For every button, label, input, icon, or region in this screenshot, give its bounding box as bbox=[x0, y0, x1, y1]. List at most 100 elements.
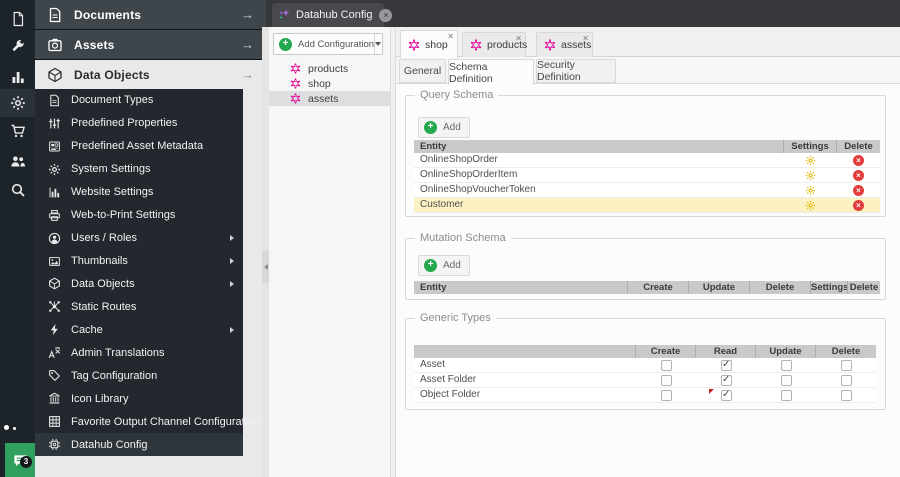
config-item-shop[interactable]: shop bbox=[269, 76, 390, 91]
delete-icon[interactable] bbox=[853, 199, 864, 211]
tab-shop[interactable]: shop ✕ bbox=[400, 30, 458, 58]
ecommerce-icon[interactable] bbox=[0, 117, 35, 145]
close-icon[interactable]: ✕ bbox=[582, 34, 589, 43]
close-icon[interactable]: ✕ bbox=[447, 32, 454, 41]
add-configuration-button[interactable]: Add Configuration bbox=[273, 33, 383, 55]
column-header-settings[interactable]: Settings bbox=[811, 281, 848, 294]
tools-icon[interactable] bbox=[0, 32, 35, 60]
reports-icon[interactable] bbox=[0, 63, 35, 91]
menu-item-icon-library[interactable]: Icon Library bbox=[35, 387, 243, 410]
settings-gear-icon[interactable] bbox=[805, 170, 816, 181]
config-item-products[interactable]: products bbox=[269, 61, 390, 76]
delete-cell bbox=[837, 153, 880, 167]
column-header-delete[interactable]: Delete bbox=[816, 345, 876, 358]
subtab-schema-definition[interactable]: Schema Definition bbox=[448, 59, 534, 85]
checkbox[interactable] bbox=[720, 388, 732, 402]
column-header-entity[interactable]: Entity bbox=[414, 281, 628, 294]
settings-cell bbox=[784, 168, 837, 182]
menu-item-thumbnails[interactable]: Thumbnails bbox=[35, 250, 243, 273]
type-name-cell: Asset bbox=[420, 359, 446, 370]
column-header-create[interactable]: Create bbox=[628, 281, 689, 294]
subtab-general[interactable]: General bbox=[399, 59, 446, 83]
nav-section-data-objects[interactable]: Data Objects → bbox=[35, 60, 266, 89]
table-row[interactable]: OnlineShopOrderItem bbox=[414, 168, 880, 183]
subtab-security-definition[interactable]: Security Definition bbox=[536, 59, 616, 83]
table-row[interactable]: OnlineShopOrder bbox=[414, 153, 880, 168]
menu-item-tag-configuration[interactable]: Tag Configuration bbox=[35, 364, 243, 387]
menu-item-datahub-config[interactable]: Datahub Config bbox=[35, 433, 243, 456]
checkbox[interactable] bbox=[660, 374, 672, 386]
column-header-update[interactable]: Update bbox=[756, 345, 816, 358]
table-row[interactable]: Asset Folder bbox=[414, 373, 876, 388]
close-icon[interactable] bbox=[379, 8, 393, 22]
collapse-panel-handle[interactable] bbox=[262, 251, 269, 283]
menu-item-data-objects[interactable]: Data Objects bbox=[35, 273, 243, 296]
column-header-settings[interactable]: Settings bbox=[784, 140, 837, 153]
add-configuration-dropdown[interactable] bbox=[375, 42, 382, 46]
menu-item-document-types[interactable]: Document Types bbox=[35, 89, 243, 112]
table-row[interactable]: Object Folder bbox=[414, 388, 876, 403]
delete-icon[interactable] bbox=[853, 169, 864, 181]
arrow-right-icon: → bbox=[241, 7, 254, 22]
menu-item-label: Web-to-Print Settings bbox=[71, 209, 176, 222]
tab-assets[interactable]: assets ✕ bbox=[536, 32, 593, 57]
menu-item-predefined-properties[interactable]: Predefined Properties bbox=[35, 112, 243, 135]
query-add-button[interactable]: Add bbox=[418, 117, 470, 138]
chevron-right-icon bbox=[230, 235, 234, 242]
menu-item-favorite-output-channel-configurations[interactable]: Favorite Output Channel Configurations bbox=[35, 410, 265, 433]
checkbox[interactable] bbox=[780, 389, 792, 401]
add-label: Add bbox=[443, 122, 461, 133]
menu-item-users-roles[interactable]: Users / Roles bbox=[35, 227, 243, 250]
settings-icon[interactable] bbox=[0, 89, 35, 117]
table-row[interactable]: Asset bbox=[414, 358, 876, 373]
delete-icon[interactable] bbox=[853, 184, 864, 196]
graphql-icon bbox=[290, 78, 301, 89]
settings-gear-icon[interactable] bbox=[805, 185, 816, 196]
tab-products[interactable]: products ✕ bbox=[462, 32, 527, 57]
menu-item-predefined-asset-metadata[interactable]: Predefined Asset Metadata bbox=[35, 135, 243, 158]
column-header-read[interactable]: Read bbox=[696, 345, 756, 358]
menu-item-website-settings[interactable]: Website Settings bbox=[35, 181, 243, 204]
checkbox[interactable] bbox=[840, 359, 852, 371]
close-icon[interactable]: ✕ bbox=[515, 34, 522, 43]
mutation-add-button[interactable]: Add bbox=[418, 255, 470, 276]
menu-item-cache[interactable]: Cache bbox=[35, 318, 243, 341]
table-row[interactable]: OnlineShopVoucherToken bbox=[414, 183, 880, 198]
menu-item-static-routes[interactable]: Static Routes bbox=[35, 295, 243, 318]
menu-item-system-settings[interactable]: System Settings bbox=[35, 158, 243, 181]
checkbox[interactable] bbox=[720, 373, 732, 387]
read-cell bbox=[696, 358, 756, 372]
column-header-delete[interactable]: Delete bbox=[750, 281, 811, 294]
menu-item-web-to-print-settings[interactable]: Web-to-Print Settings bbox=[35, 204, 243, 227]
editor-panel: shop ✕ products ✕ assets ✕ General Schem… bbox=[396, 27, 900, 477]
delete-cell bbox=[816, 358, 876, 372]
checkbox[interactable] bbox=[720, 358, 732, 372]
nav-section-assets[interactable]: Assets → bbox=[35, 30, 266, 59]
checkbox[interactable] bbox=[780, 359, 792, 371]
delete-icon[interactable] bbox=[853, 154, 864, 166]
checkbox[interactable] bbox=[660, 389, 672, 401]
column-header-update[interactable]: Update bbox=[689, 281, 750, 294]
column-header-delete[interactable]: Delete bbox=[837, 140, 880, 153]
table-row[interactable]: Customer bbox=[414, 198, 880, 213]
nav-section-documents[interactable]: Documents → bbox=[35, 0, 266, 29]
checkbox[interactable] bbox=[660, 359, 672, 371]
column-header-entity[interactable]: Entity bbox=[414, 140, 784, 153]
checkbox[interactable] bbox=[840, 389, 852, 401]
window-tab-datahub-config[interactable]: Datahub Config bbox=[272, 3, 393, 27]
checkbox[interactable] bbox=[780, 374, 792, 386]
settings-gear-icon[interactable] bbox=[805, 200, 816, 211]
menu-item-admin-translations[interactable]: Admin Translations bbox=[35, 341, 243, 364]
config-item-label: assets bbox=[308, 92, 339, 105]
column-header-delete[interactable]: Delete bbox=[848, 281, 880, 294]
checkbox[interactable] bbox=[840, 374, 852, 386]
column-header-create[interactable]: Create bbox=[636, 345, 696, 358]
file-icon[interactable] bbox=[0, 5, 35, 33]
settings-gear-icon[interactable] bbox=[805, 155, 816, 166]
customers-icon[interactable] bbox=[0, 147, 35, 175]
search-icon[interactable] bbox=[0, 176, 35, 204]
entity-cell: OnlineShopVoucherToken bbox=[420, 184, 536, 195]
page-icon bbox=[48, 94, 61, 107]
config-item-assets[interactable]: assets bbox=[269, 91, 390, 106]
bolt-icon bbox=[48, 323, 61, 336]
